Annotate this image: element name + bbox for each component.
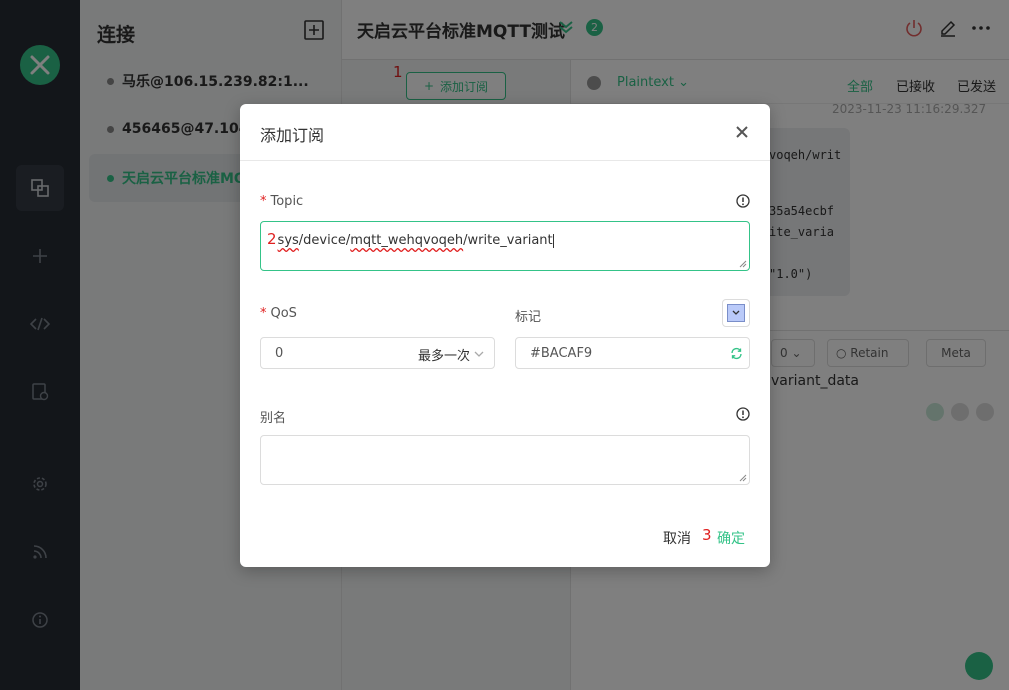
cancel-button[interactable]: 取消 <box>663 528 691 548</box>
qos-label-text: QoS <box>270 306 297 321</box>
topic-text: /write_variant <box>463 233 553 248</box>
refresh-icon[interactable] <box>730 347 743 360</box>
topic-input[interactable]: 2sys/device/mqtt_wehqvoqeh/write_variant <box>260 221 750 271</box>
topic-text: /device/ <box>298 233 351 248</box>
resize-handle-icon[interactable] <box>739 260 747 268</box>
topic-text: sys <box>277 233 299 248</box>
qos-description: 最多一次 <box>417 349 470 364</box>
dialog-title: 添加订阅 <box>260 126 325 145</box>
chevron-down-icon <box>474 351 484 357</box>
add-subscription-dialog: 添加订阅 * Topic 2sys/device/mqtt_wehqvoqeh/w… <box>240 104 770 567</box>
step-marker-2: 2 <box>267 230 277 248</box>
topic-label-text: Topic <box>270 194 304 209</box>
alias-input[interactable] <box>260 435 750 485</box>
color-input[interactable]: #BACAF9 <box>515 337 750 369</box>
step-marker-3: 3 <box>702 526 712 544</box>
alias-label: 别名 <box>260 411 287 426</box>
chevron-down-icon <box>732 310 740 315</box>
text-caret <box>552 233 554 248</box>
color-swatch <box>727 304 745 322</box>
topic-label: * Topic <box>260 194 304 209</box>
info-icon[interactable] <box>736 194 750 208</box>
dialog-header: 添加订阅 <box>240 104 770 161</box>
close-icon[interactable] <box>734 124 750 140</box>
qos-label: * QoS <box>260 306 297 321</box>
topic-text: mqtt_wehqvoqeh <box>350 233 464 248</box>
resize-handle-icon[interactable] <box>739 474 747 482</box>
color-picker-button[interactable] <box>722 299 750 327</box>
qos-value: 0 <box>275 345 284 361</box>
mark-label: 标记 <box>515 310 542 325</box>
info-icon[interactable] <box>736 407 750 421</box>
color-value: #BACAF9 <box>530 345 593 361</box>
confirm-button[interactable]: 确定 <box>717 528 745 548</box>
qos-select[interactable]: 0 最多一次 <box>260 337 495 369</box>
